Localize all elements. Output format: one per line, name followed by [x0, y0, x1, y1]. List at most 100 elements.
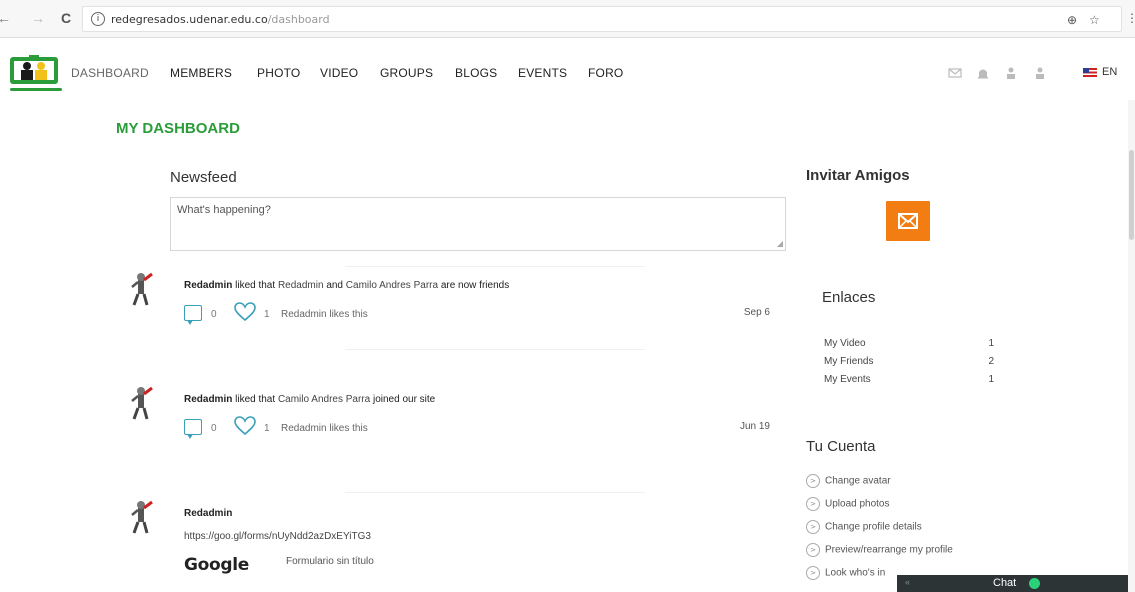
like-count: 1 — [264, 423, 270, 434]
avatar[interactable] — [130, 272, 156, 306]
chat-label: Chat — [993, 577, 1017, 589]
nav-blogs[interactable]: BLOGS — [455, 66, 497, 80]
invite-email-button[interactable] — [886, 201, 930, 241]
online-status-icon — [1029, 578, 1040, 589]
resize-handle-icon[interactable]: ◢ — [777, 239, 783, 248]
divider — [345, 266, 645, 267]
page-title: MY DASHBOARD — [116, 120, 240, 137]
site-logo[interactable] — [10, 55, 58, 85]
chevron-right-icon: > — [806, 543, 820, 557]
logo-underline — [10, 88, 62, 91]
reload-icon[interactable]: C — [58, 10, 74, 26]
nav-photo[interactable]: PHOTO — [257, 66, 300, 80]
feed-actor-link[interactable]: Redadmin — [184, 280, 232, 291]
account-title: Tu Cuenta — [806, 438, 876, 455]
status-input[interactable] — [171, 198, 785, 250]
google-brand-text: Google — [184, 555, 250, 575]
feed-date: Sep 6 — [743, 307, 770, 318]
back-icon[interactable]: ← — [0, 10, 12, 26]
comment-count: 0 — [211, 309, 217, 320]
user-profile-icon[interactable] — [1033, 66, 1047, 80]
address-bar[interactable]: i redegresados.udenar.edu.co/dashboard ⊕… — [82, 6, 1122, 32]
account-link-label: Upload photos — [825, 498, 890, 510]
feed-actor-link[interactable]: Redadmin — [184, 394, 232, 405]
browser-menu-icon[interactable]: ⋮ — [1126, 11, 1135, 25]
like-count: 1 — [264, 309, 270, 320]
account-link-label: Change profile details — [825, 521, 922, 533]
nav-members[interactable]: MEMBERS — [170, 66, 232, 80]
feed-subject-link[interactable]: Camilo Andres Parra — [346, 280, 438, 291]
feed-subject-link[interactable]: Redadmin — [278, 280, 324, 291]
feed-date: Jun 19 — [739, 421, 770, 432]
link-label: My Events — [824, 374, 871, 385]
notifications-icon[interactable] — [976, 66, 990, 80]
link-count: 2 — [988, 356, 994, 367]
link-my-video[interactable]: My Video 1 — [824, 338, 994, 349]
feed-text: Redadmin — [184, 508, 232, 519]
links-title: Enlaces — [822, 289, 876, 306]
divider — [345, 492, 645, 493]
feed-subject-link[interactable]: Camilo Andres Parra — [278, 394, 370, 405]
feed-item: Redadmin liked that Camilo Andres Parra … — [130, 386, 780, 466]
link-my-friends[interactable]: My Friends 2 — [824, 356, 994, 367]
forward-icon[interactable]: → — [30, 10, 46, 26]
link-count: 1 — [988, 338, 994, 349]
newsfeed-title: Newsfeed — [170, 169, 237, 186]
feed-verb: liked that — [235, 394, 276, 405]
messages-icon[interactable] — [948, 66, 962, 80]
star-icon[interactable]: ☆ — [1089, 13, 1100, 27]
comment-count: 0 — [211, 423, 217, 434]
chat-collapse-icon[interactable]: « — [905, 577, 910, 587]
nav-video[interactable]: VIDEO — [320, 66, 358, 80]
shared-url-link[interactable]: https://goo.gl/forms/nUyNdd2azDxEYiTG3 — [184, 531, 371, 542]
likes-text[interactable]: Redadmin likes this — [281, 423, 368, 434]
account-link-change-avatar[interactable]: > Change avatar — [806, 474, 891, 488]
scrollbar-thumb[interactable] — [1129, 150, 1134, 240]
feed-tail: are now friends — [440, 280, 510, 291]
account-link-change-profile[interactable]: > Change profile details — [806, 520, 922, 534]
account-link-label: Preview/rearrange my profile — [825, 544, 953, 556]
avatar[interactable] — [130, 386, 156, 420]
link-label: My Friends — [824, 356, 874, 367]
feed-joiner: and — [326, 280, 343, 291]
divider — [345, 349, 645, 350]
us-flag-icon[interactable] — [1083, 68, 1097, 77]
account-link-label: Look who's in — [825, 567, 886, 579]
avatar[interactable] — [130, 500, 156, 534]
comment-icon[interactable] — [184, 305, 202, 325]
heart-icon[interactable] — [234, 416, 256, 436]
link-my-events[interactable]: My Events 1 — [824, 374, 994, 385]
language-selector[interactable]: EN — [1102, 66, 1117, 78]
friend-requests-icon[interactable] — [1004, 66, 1018, 80]
account-link-look-whos-in[interactable]: > Look who's in — [806, 566, 885, 580]
info-icon[interactable]: i — [91, 12, 105, 26]
feed-item: Redadmin — [130, 500, 780, 592]
link-count: 1 — [988, 374, 994, 385]
account-link-upload-photos[interactable]: > Upload photos — [806, 497, 890, 511]
account-link-preview-profile[interactable]: > Preview/rearrange my profile — [806, 543, 953, 557]
status-update-box[interactable]: ◢ — [170, 197, 786, 251]
feed-verb: liked that — [235, 280, 276, 291]
feed-actor-link[interactable]: Redadmin — [184, 508, 232, 519]
link-label: My Video — [824, 338, 866, 349]
nav-groups[interactable]: GROUPS — [380, 66, 433, 80]
chat-bar[interactable]: « Chat — [897, 575, 1135, 592]
nav-events[interactable]: EVENTS — [518, 66, 567, 80]
nav-dashboard[interactable]: DASHBOARD — [71, 66, 149, 80]
account-link-label: Change avatar — [825, 475, 891, 487]
invite-friends-title: Invitar Amigos — [806, 167, 910, 184]
url-text: redegresados.udenar.edu.co/dashboard — [111, 13, 330, 26]
feed-text: Redadmin liked that Redadmin and Camilo … — [184, 280, 509, 291]
comment-icon[interactable] — [184, 419, 202, 439]
feed-item: Redadmin liked that Redadmin and Camilo … — [130, 272, 780, 352]
chevron-right-icon: > — [806, 474, 820, 488]
feed-text: Redadmin liked that Camilo Andres Parra … — [184, 394, 435, 405]
likes-text[interactable]: Redadmin likes this — [281, 309, 368, 320]
feed-tail: joined our site — [372, 394, 436, 405]
chevron-right-icon: > — [806, 520, 820, 534]
zoom-icon[interactable]: ⊕ — [1067, 13, 1077, 27]
shared-form-title[interactable]: Formulario sin título — [286, 556, 374, 567]
site-navigation: DASHBOARD MEMBERS PHOTO VIDEO GROUPS BLO… — [0, 38, 1135, 100]
heart-icon[interactable] — [234, 302, 256, 322]
nav-foro[interactable]: FORO — [588, 66, 623, 80]
